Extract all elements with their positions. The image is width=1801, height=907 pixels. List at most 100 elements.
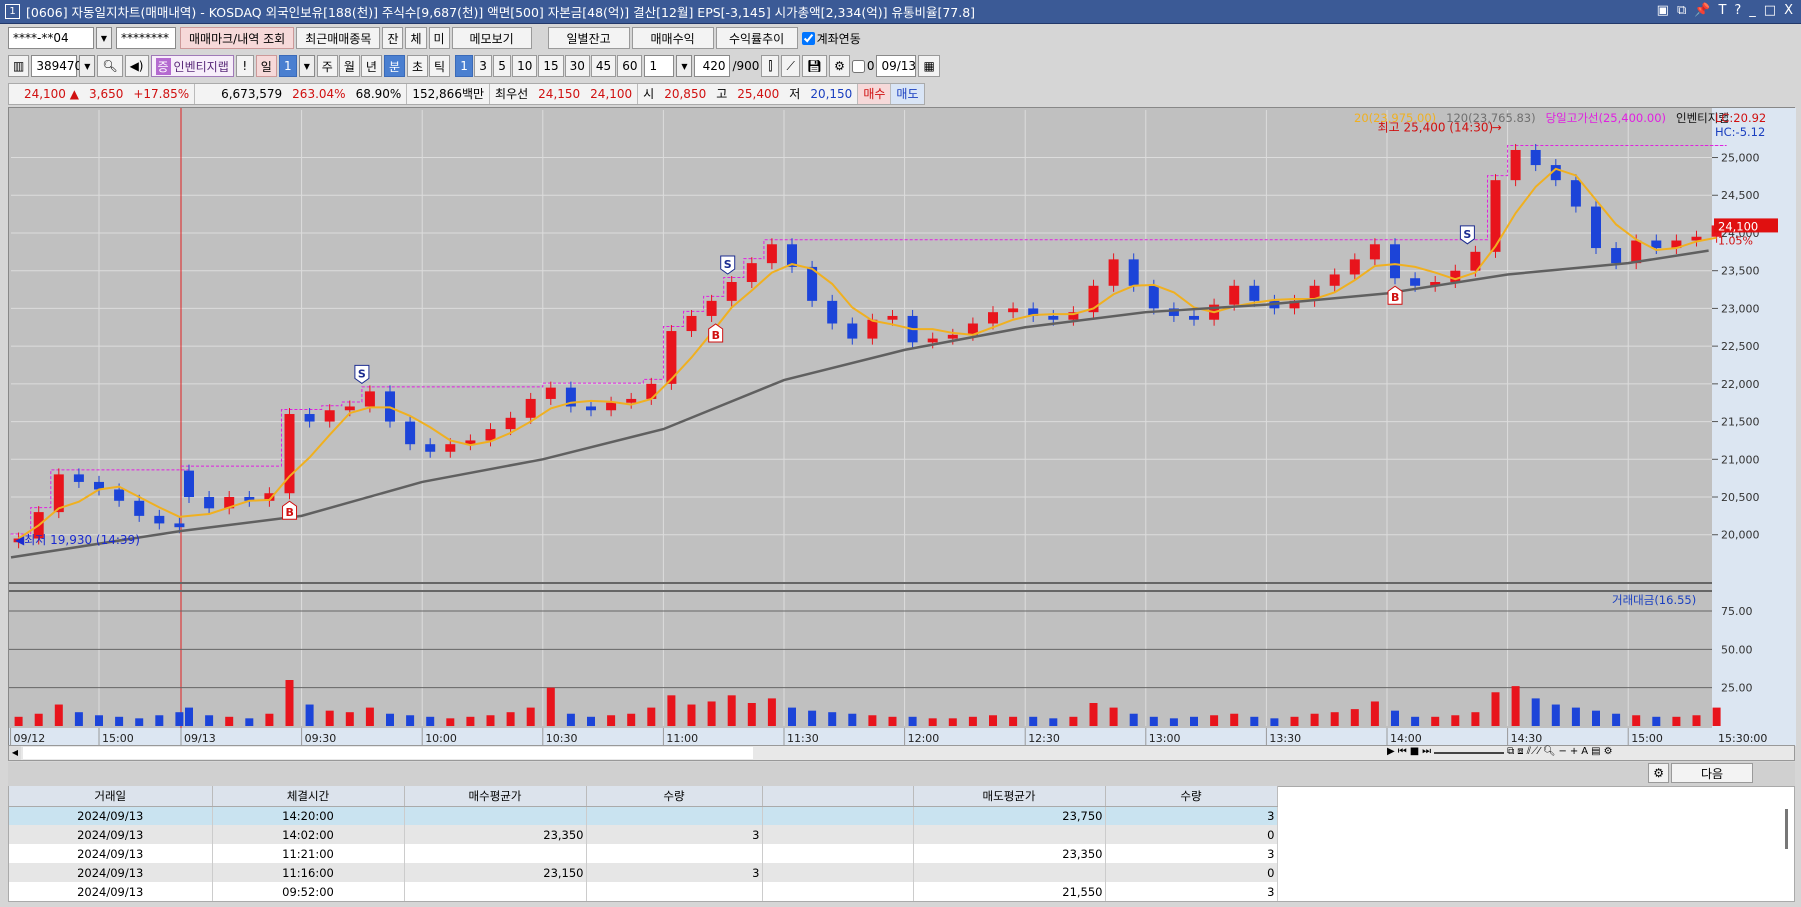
volume-bar	[265, 713, 274, 726]
interval-button-10[interactable]: 10	[512, 55, 538, 77]
table-scrollbar[interactable]	[1785, 809, 1788, 849]
grid-icon[interactable]: ▤	[1591, 746, 1600, 757]
period-dropdown[interactable]: ▼	[298, 55, 315, 77]
account-link-check[interactable]	[801, 31, 815, 45]
volume-bar	[325, 710, 334, 726]
scroll-thumb[interactable]	[23, 747, 753, 759]
interval-button-5[interactable]: 5	[493, 55, 512, 77]
table-row[interactable]: 2024/09/13 09:52:00 21,550 3	[9, 882, 1278, 901]
date-checkbox[interactable]	[851, 59, 865, 73]
profit-button[interactable]: 매매수익	[631, 27, 714, 49]
price-chart[interactable]: 20,000 20,500 21,000 21,500 22,000 22,500 23,0…	[8, 107, 1796, 748]
speaker-icon[interactable]: ◀)	[124, 55, 149, 77]
column-header[interactable]: 수량	[1105, 786, 1278, 807]
period-day-button[interactable]: 일	[255, 55, 277, 77]
draw-tools-icon[interactable]: ⫽⟋⁄	[1527, 746, 1540, 757]
column-header[interactable]: 매수평균가	[404, 786, 587, 807]
alert-button[interactable]: !	[235, 55, 254, 77]
copy-icon[interactable]: ⧉	[1507, 746, 1514, 757]
column-header[interactable]: 매도평균가	[913, 786, 1106, 807]
text-icon[interactable]: A	[1581, 746, 1588, 757]
period-sub-button[interactable]: 초	[406, 55, 429, 77]
table-row[interactable]: 2024/09/13 11:21:00 23,350 3	[9, 844, 1278, 863]
account-link-checkbox[interactable]: 계좌연동	[801, 30, 861, 47]
table-cell	[586, 806, 763, 825]
scroll-left-arrow[interactable]: ◀	[9, 746, 21, 760]
panel-icon[interactable]: ▥	[8, 55, 30, 77]
line-type-icon[interactable]: ⟋	[781, 55, 800, 77]
table-row[interactable]: 2024/09/13 11:16:00 23,150 3 0	[9, 863, 1278, 882]
x-tick-label: 09:30	[305, 732, 337, 745]
count-field[interactable]: 420	[694, 55, 731, 77]
date-field[interactable]: 09/13	[876, 55, 917, 77]
y-tick-label: 20,500	[1721, 491, 1760, 504]
gear-icon[interactable]: ⚙	[829, 55, 850, 77]
stop-icon[interactable]: ■	[1410, 746, 1419, 757]
buy-button[interactable]: 매수	[858, 84, 892, 104]
memo-button[interactable]: 메모보기	[451, 27, 532, 49]
table-row[interactable]: 2024/09/13 14:20:00 23,750 3	[9, 806, 1278, 825]
column-header[interactable]: 체결시간	[212, 786, 405, 807]
window-button[interactable]: 📌	[1694, 3, 1710, 18]
rewind-icon[interactable]: ⏮	[1398, 746, 1407, 757]
multiplier-field[interactable]: 1	[644, 55, 675, 77]
interval-button-45[interactable]: 45	[590, 55, 617, 77]
interval-button-30[interactable]: 30	[564, 55, 590, 77]
layout-icon[interactable]: ⧈	[1517, 746, 1523, 757]
recent-stocks-button[interactable]: 최근매매종목	[296, 27, 381, 49]
scroll-right-icon[interactable]: ▶	[1387, 746, 1395, 757]
save-icon[interactable]: 💾︎	[801, 55, 828, 77]
execution-button[interactable]: 체	[405, 27, 427, 49]
period-minute-button[interactable]: 분	[383, 55, 405, 77]
period-button[interactable]: 주	[316, 55, 338, 77]
interval-button-3[interactable]: 3	[474, 55, 493, 77]
account-field[interactable]: ****-**04	[8, 27, 94, 49]
window-button[interactable]: □	[1764, 3, 1776, 18]
window-button[interactable]: T	[1718, 3, 1726, 18]
forward-icon[interactable]: ⏭	[1422, 746, 1431, 757]
unfilled-button[interactable]: 미	[428, 27, 450, 49]
interval-button-15[interactable]: 15	[538, 55, 564, 77]
sell-button[interactable]: 매도	[891, 84, 924, 104]
balance-button[interactable]: 잔	[382, 27, 404, 49]
period-button[interactable]: 월	[338, 55, 360, 77]
minus-icon[interactable]: −	[1559, 746, 1567, 757]
period-sub-button[interactable]: 틱	[429, 55, 451, 77]
period-num[interactable]: 1	[278, 55, 297, 77]
window-button[interactable]: X	[1784, 3, 1793, 18]
mark-query-button[interactable]: 매매마크/내역 조회	[180, 27, 295, 49]
search-icon[interactable]: 🔍︎	[97, 55, 123, 77]
candle-up	[344, 406, 355, 411]
password-field[interactable]: ********	[116, 27, 176, 49]
settings-icon[interactable]: ⚙	[1604, 746, 1613, 757]
interval-button-1[interactable]: 1	[455, 55, 474, 77]
table-row[interactable]: 2024/09/13 14:02:00 23,350 3 0	[9, 825, 1278, 844]
window-button[interactable]: _	[1749, 3, 1756, 18]
daily-balance-button[interactable]: 일별잔고	[547, 27, 630, 49]
column-header[interactable]	[762, 786, 914, 807]
calendar-icon[interactable]: ▦	[918, 55, 940, 77]
chart-canvas[interactable]: 20,000 20,500 21,000 21,500 22,000 22,500 23,0…	[9, 108, 1796, 748]
window-button[interactable]: ?	[1734, 3, 1741, 18]
chart-scrollbar[interactable]: ◀ ▶ ⏮ ■ ⏭ ⧉ ⧈ ⫽⟋⁄ 🔍︎ − + A ▤ ⚙	[8, 745, 1795, 761]
search-zoom-icon[interactable]: 🔍︎	[1543, 746, 1556, 757]
stock-code-dropdown[interactable]: ▼	[79, 55, 96, 77]
plus-icon[interactable]: +	[1570, 746, 1578, 757]
column-header[interactable]: 거래일	[9, 786, 213, 807]
table-settings-icon[interactable]: ⚙	[1648, 763, 1669, 783]
window-button[interactable]: ▣	[1657, 3, 1669, 18]
candle-type-icon[interactable]: ⫿	[761, 55, 780, 77]
window-button[interactable]: ⧉	[1677, 3, 1686, 18]
volume-bar	[14, 716, 23, 726]
column-header[interactable]: 수량	[586, 786, 763, 807]
period-button[interactable]: 년	[360, 55, 382, 77]
multiplier-dropdown[interactable]: ▼	[676, 55, 693, 77]
candle-up	[1631, 240, 1642, 264]
stock-code-field[interactable]: 389470	[31, 55, 82, 77]
account-dropdown[interactable]: ▼	[96, 27, 112, 49]
next-button[interactable]: 다음	[1671, 763, 1753, 783]
interval-button-60[interactable]: 60	[617, 55, 643, 77]
stock-name-button[interactable]: 증 인벤티지랩	[150, 55, 234, 77]
return-trend-button[interactable]: 수익률추이	[715, 27, 798, 49]
zoom-slider[interactable]	[1434, 746, 1505, 754]
